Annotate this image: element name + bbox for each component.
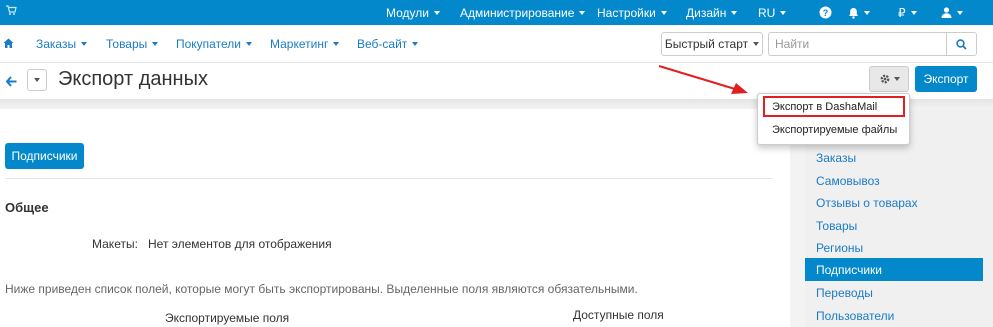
chevron-down-icon	[864, 10, 870, 15]
layouts-label: Макеты:	[92, 237, 138, 251]
quick-start-label: Быстрый старт	[664, 37, 749, 51]
chevron-down-icon	[152, 42, 159, 46]
menu-design[interactable]: Дизайн	[686, 0, 738, 25]
gear-icon	[880, 74, 889, 84]
svg-text:?: ?	[823, 8, 829, 18]
search-button[interactable]	[946, 32, 977, 56]
nav-products-label: Товары	[106, 37, 148, 51]
export-button[interactable]: Экспорт	[915, 66, 977, 92]
search-icon	[956, 38, 967, 50]
notifications-button[interactable]	[848, 0, 870, 25]
home-icon[interactable]	[3, 38, 14, 49]
arrow-left-icon	[5, 75, 16, 87]
chevron-down-icon	[957, 10, 963, 15]
back-button[interactable]	[3, 71, 19, 91]
chevron-down-icon	[34, 78, 40, 82]
bell-icon	[849, 7, 858, 19]
menu-administration-label: Администрирование	[460, 5, 575, 20]
nav-marketing-label: Маркетинг	[270, 37, 329, 51]
section-title: Общее	[5, 200, 49, 215]
sidebar-item-users[interactable]: Пользователи	[805, 304, 983, 327]
page-title: Экспорт данных	[58, 68, 208, 90]
chevron-down-icon	[660, 10, 667, 15]
sidebar-item-subscribers[interactable]: Подписчики	[805, 258, 983, 281]
menu-currency-label: ₽	[898, 5, 906, 20]
nav-customers-label: Покупатели	[176, 37, 241, 51]
chevron-down-icon	[893, 77, 900, 81]
user-menu[interactable]	[941, 0, 963, 25]
help-button[interactable]: ?	[819, 0, 832, 25]
menu-administration[interactable]: Администрирование	[460, 0, 586, 25]
menu-currency[interactable]: ₽	[898, 0, 917, 25]
menu-modules-label: Модули	[386, 5, 429, 20]
admin-topbar: Модули Администрирование Настройки Дизай…	[0, 0, 993, 25]
divider	[5, 178, 772, 179]
context-menu-button[interactable]	[27, 69, 47, 91]
nav-products[interactable]: Товары	[106, 25, 159, 63]
chevron-down-icon	[81, 42, 88, 46]
menu-item-exported-files[interactable]: Экспортируемые файлы	[772, 124, 897, 136]
help-icon: ?	[819, 6, 832, 19]
chevron-down-icon	[333, 42, 340, 46]
nav-website-label: Веб-сайт	[357, 37, 408, 51]
nav-marketing[interactable]: Маркетинг	[270, 25, 340, 63]
quick-start-button[interactable]: Быстрый старт	[661, 32, 763, 56]
search-input[interactable]	[768, 32, 946, 56]
chevron-down-icon	[910, 10, 917, 15]
exported-fields-heading: Экспортируемые поля	[165, 311, 290, 325]
chevron-down-icon	[579, 10, 586, 15]
user-icon	[941, 7, 952, 18]
sidebar-item-reviews[interactable]: Отзывы о товарах	[805, 191, 983, 214]
sidebar-item-regions[interactable]: Регионы	[805, 236, 983, 259]
settings-dropdown-button[interactable]	[869, 66, 909, 92]
nav-website[interactable]: Веб-сайт	[357, 25, 419, 63]
chevron-down-icon	[731, 10, 738, 15]
chevron-down-icon	[753, 42, 760, 46]
annotation-highlight-box	[763, 96, 905, 117]
fields-hint: Ниже приведен список полей, которые могу…	[5, 282, 638, 296]
layouts-value: Нет элементов для отображения	[148, 237, 332, 251]
menu-settings[interactable]: Настройки	[597, 0, 667, 25]
chevron-down-icon	[245, 42, 252, 46]
menu-settings-label: Настройки	[597, 5, 656, 20]
cart-icon[interactable]	[5, 4, 17, 16]
available-fields-heading: Доступные поля	[573, 308, 664, 322]
menu-language-label: RU	[758, 5, 776, 20]
chevron-down-icon	[780, 10, 787, 15]
menu-modules[interactable]: Модули	[386, 0, 440, 25]
nav-customers[interactable]: Покупатели	[176, 25, 252, 63]
chevron-down-icon	[433, 10, 440, 15]
sidebar-item-pickup[interactable]: Самовывоз	[805, 169, 983, 192]
sidebar-item-orders[interactable]: Заказы	[805, 146, 983, 169]
nav-orders[interactable]: Заказы	[36, 25, 88, 63]
sidebar-item-products[interactable]: Товары	[805, 214, 983, 237]
menu-design-label: Дизайн	[686, 5, 727, 20]
subscribers-tab-button[interactable]: Подписчики	[5, 143, 84, 169]
nav-orders-label: Заказы	[36, 37, 77, 51]
menu-language[interactable]: RU	[758, 0, 787, 25]
sidebar-item-translations[interactable]: Переводы	[805, 281, 983, 304]
chevron-down-icon	[412, 42, 419, 46]
